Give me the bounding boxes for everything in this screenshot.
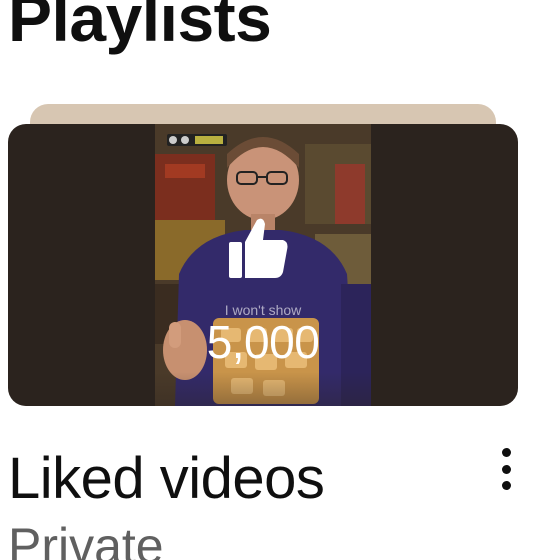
more-dot [501, 448, 511, 457]
playlist-title[interactable]: Liked videos [8, 446, 325, 512]
playlist-privacy: Private [8, 518, 164, 560]
section-title: Playlists [8, 0, 272, 55]
thumbnail-count: 5,000 [206, 316, 320, 368]
more-dot [501, 481, 511, 490]
thumbnail-fade [8, 372, 518, 406]
playlist-card-liked-videos[interactable]: I won't show 5,000 [0, 96, 560, 426]
more-vert-icon[interactable] [486, 444, 526, 494]
playlists-page: Playlists I won't show 5,000 Liked video… [0, 0, 560, 560]
more-dot [501, 464, 511, 474]
playlist-thumbnail[interactable]: I won't show 5,000 [8, 124, 518, 406]
thumbs-up-icon [227, 216, 289, 280]
